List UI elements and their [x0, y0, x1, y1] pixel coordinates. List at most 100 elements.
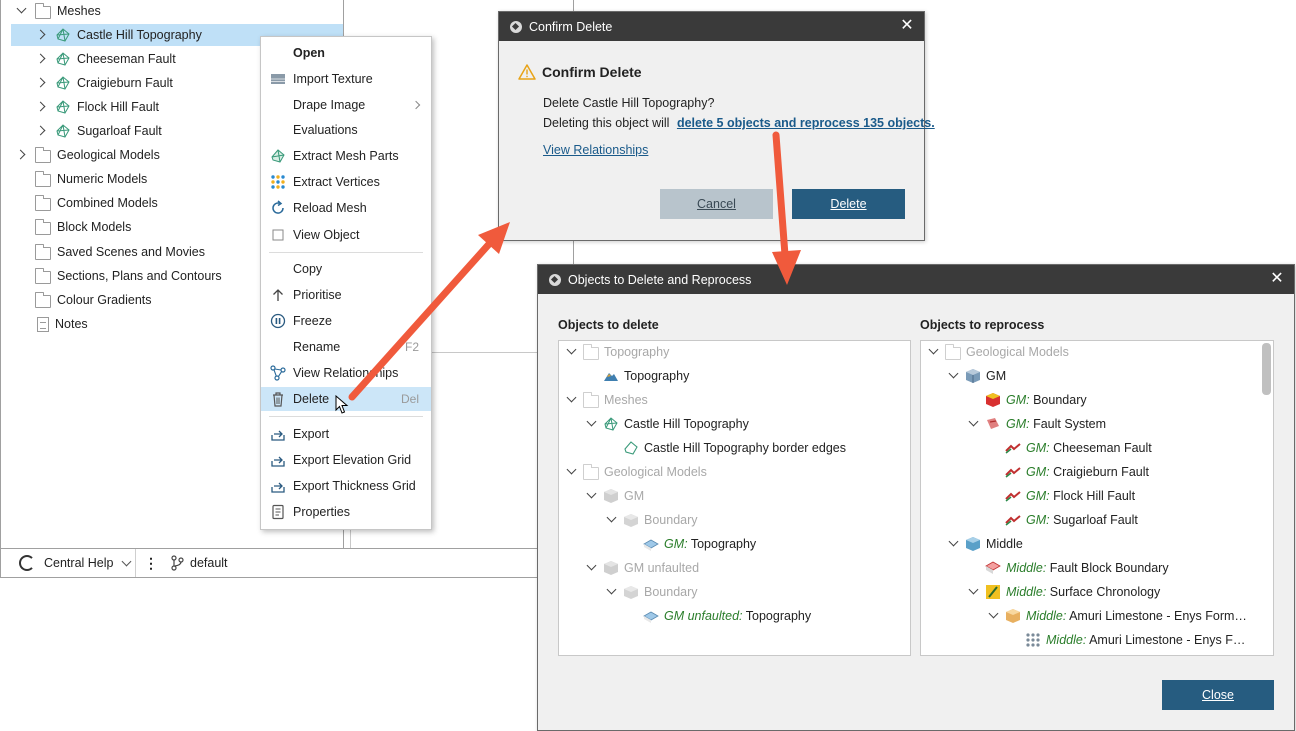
- menu-item-evaluations[interactable]: Evaluations: [261, 118, 431, 142]
- list-item[interactable]: GM unfaulted: [585, 557, 699, 579]
- object-name: Geological Models: [604, 465, 707, 479]
- list-item[interactable]: Meshes: [565, 389, 648, 411]
- list-item[interactable]: GM: [585, 485, 644, 507]
- chevron-right-icon: [411, 100, 421, 110]
- folder-icon: [35, 3, 51, 19]
- chevron-down-icon[interactable]: [987, 610, 999, 622]
- chevron-down-icon[interactable]: [565, 346, 577, 358]
- close-button[interactable]: Close: [1162, 680, 1274, 710]
- menu-item-label: Extract Mesh Parts: [293, 149, 399, 163]
- list-item[interactable]: Topography: [565, 341, 669, 363]
- central-logo-icon: [19, 555, 35, 571]
- view-relationships-link[interactable]: View Relationships: [543, 143, 648, 157]
- chevron-down-icon[interactable]: [585, 490, 597, 502]
- object-name: Amuri Limestone - Enys Form…: [1069, 609, 1247, 623]
- list-item[interactable]: GM: Boundary: [967, 389, 1087, 411]
- chevron-down-icon[interactable]: [565, 394, 577, 406]
- list-item[interactable]: Boundary: [605, 509, 698, 531]
- list-item[interactable]: GM: Topography: [625, 533, 756, 555]
- list-item[interactable]: GM: [947, 365, 1006, 387]
- chevron-right-icon[interactable]: [35, 125, 47, 137]
- chevron-down-icon[interactable]: [585, 418, 597, 430]
- list-item-label: GM unfaulted: Topography: [664, 609, 811, 623]
- central-help-dropdown[interactable]: Central Help: [1, 549, 136, 577]
- tree-item[interactable]: Meshes: [1, 0, 341, 22]
- mesh-icon: [55, 51, 71, 67]
- objects-to-reprocess-list[interactable]: Geological Models GM GM: Boundary GM: Fault…: [920, 340, 1274, 656]
- list-item[interactable]: Middle: Amuri Limestone - Enys Form…: [987, 605, 1247, 627]
- object-name: Fault System: [1033, 417, 1107, 431]
- list-item[interactable]: Castle Hill Topography: [585, 413, 749, 435]
- chevron-down-icon[interactable]: [967, 418, 979, 430]
- chevron-right-icon[interactable]: [15, 149, 27, 161]
- chevron-down-icon[interactable]: [15, 5, 27, 17]
- chevron-down-icon[interactable]: [605, 514, 617, 526]
- affected-objects-link[interactable]: delete 5 objects and reprocess 135 objec…: [677, 116, 935, 130]
- branch-indicator[interactable]: default: [170, 555, 228, 571]
- list-item-label: GM: Fault System: [1006, 417, 1106, 431]
- list-item[interactable]: Castle Hill Topography border edges: [605, 437, 846, 459]
- list-item[interactable]: GM: Cheeseman Fault: [987, 437, 1152, 459]
- scrollbar-thumb[interactable]: [1262, 343, 1271, 395]
- list-item[interactable]: Geological Models: [565, 461, 707, 483]
- menu-item-export-thickness-grid[interactable]: Export Thickness Grid: [261, 474, 431, 498]
- menu-item-rename[interactable]: Rename F2: [261, 335, 431, 359]
- gm-icon: [603, 560, 619, 576]
- close-icon[interactable]: ✕: [900, 18, 914, 34]
- menu-shortcut: F2: [404, 340, 419, 354]
- list-item[interactable]: GM: Sugarloaf Fault: [987, 509, 1138, 531]
- chevron-down-icon[interactable]: [605, 586, 617, 598]
- chevron-right-icon[interactable]: [35, 53, 47, 65]
- menu-item-prioritise[interactable]: Prioritise: [261, 283, 431, 307]
- objects-to-delete-header: Objects to delete: [558, 318, 659, 332]
- objects-to-delete-list[interactable]: Topography Topography Meshes Castle Hill To…: [558, 340, 911, 656]
- list-item[interactable]: Topography: [585, 365, 689, 387]
- chevron-down-icon[interactable]: [585, 562, 597, 574]
- list-item[interactable]: Geological Models: [927, 341, 1069, 363]
- cancel-button[interactable]: Cancel: [660, 189, 773, 219]
- chevron-down-icon[interactable]: [967, 586, 979, 598]
- list-item[interactable]: Middle: Surface Chronology: [967, 581, 1160, 603]
- list-item[interactable]: Middle: Fault Block Boundary: [967, 557, 1169, 579]
- menu-item-extract-vertices[interactable]: Extract Vertices: [261, 170, 431, 194]
- more-options-icon[interactable]: ⋮: [144, 555, 158, 572]
- menu-item-view-relationships[interactable]: View Relationships: [261, 361, 431, 385]
- menu-item-extract-mesh-parts[interactable]: Extract Mesh Parts: [261, 144, 431, 168]
- object-name: GM: [624, 489, 645, 503]
- list-item[interactable]: GM: Flock Hill Fault: [987, 485, 1135, 507]
- list-item[interactable]: GM: Craigieburn Fault: [987, 461, 1149, 483]
- close-icon[interactable]: ✕: [1270, 271, 1284, 287]
- list-item[interactable]: GM: Fault System: [967, 413, 1106, 435]
- list-item[interactable]: Middle: [947, 533, 1023, 555]
- menu-item-label: Reload Mesh: [293, 201, 367, 215]
- menu-item-view-object[interactable]: View Object: [261, 223, 431, 247]
- chevron-down-icon[interactable]: [927, 346, 939, 358]
- chevron-down-icon[interactable]: [947, 538, 959, 550]
- menu-item-import-texture[interactable]: Import Texture: [261, 67, 431, 91]
- menu-item-properties[interactable]: Properties: [261, 500, 431, 524]
- menu-item-drape-image[interactable]: Drape Image: [261, 93, 431, 117]
- menu-item-freeze[interactable]: Freeze: [261, 309, 431, 333]
- contact-icon: [1005, 608, 1021, 624]
- list-item[interactable]: GM unfaulted: Topography: [625, 605, 811, 627]
- list-item[interactable]: Boundary: [605, 581, 698, 603]
- chevron-right-icon[interactable]: [35, 101, 47, 113]
- chevron-down-icon[interactable]: [565, 466, 577, 478]
- chevron-right-icon[interactable]: [35, 77, 47, 89]
- chevron-right-icon[interactable]: [35, 29, 47, 41]
- menu-item-copy[interactable]: Copy: [261, 257, 431, 281]
- list-item[interactable]: Middle: Amuri Limestone - Enys F…: [1007, 629, 1245, 651]
- menu-item-export[interactable]: Export: [261, 422, 431, 446]
- menu-item-label: Freeze: [293, 314, 332, 328]
- menu-item-reload-mesh[interactable]: Reload Mesh: [261, 196, 431, 220]
- chevron-down-icon[interactable]: [947, 370, 959, 382]
- object-prefix: GM:: [1026, 441, 1050, 455]
- delete-button[interactable]: Delete: [792, 189, 905, 219]
- menu-item-export-elevation-grid[interactable]: Export Elevation Grid: [261, 448, 431, 472]
- menu-item-open[interactable]: Open: [261, 41, 431, 65]
